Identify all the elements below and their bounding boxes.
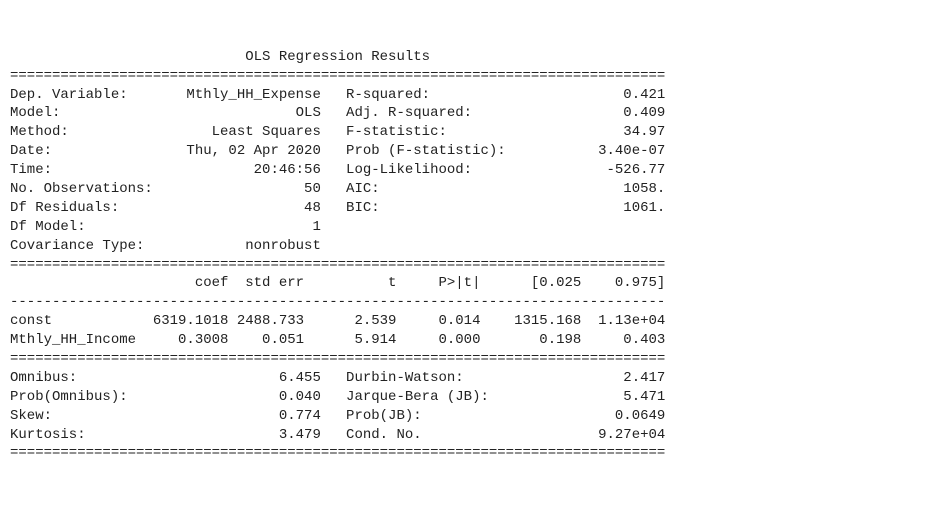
ols-results: OLS Regression Results =================… bbox=[10, 48, 926, 464]
